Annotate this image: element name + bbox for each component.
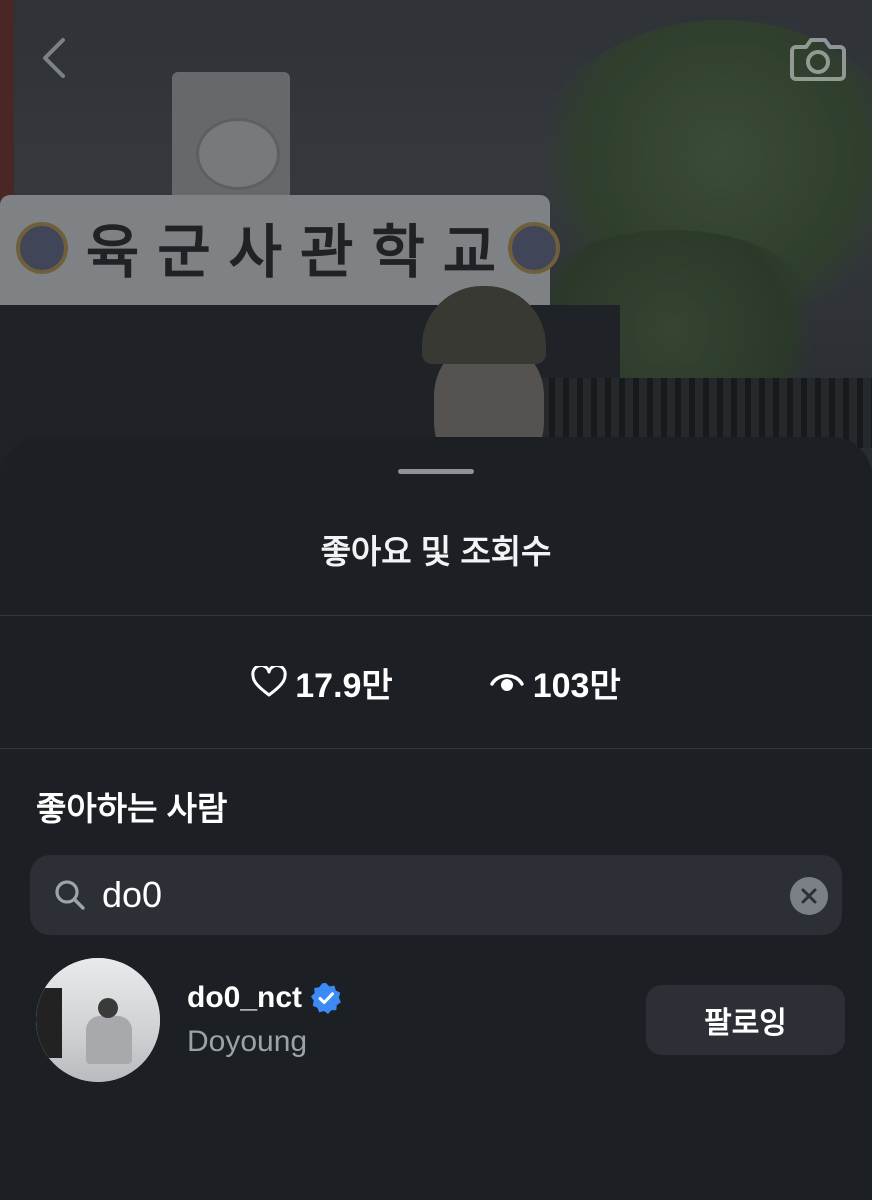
username-line: do0_nct xyxy=(187,981,342,1015)
close-icon xyxy=(801,888,817,904)
display-name: Doyoung xyxy=(187,1025,308,1058)
likes-stat: 17.9만 xyxy=(251,658,393,707)
views-stat: 103만 xyxy=(489,658,621,707)
views-count: 103만 xyxy=(532,666,621,705)
search-bar xyxy=(30,855,842,935)
photo-dim-overlay xyxy=(0,0,872,470)
eye-icon xyxy=(490,674,524,691)
camera-button[interactable] xyxy=(788,28,848,88)
search-input[interactable] xyxy=(100,855,782,935)
username[interactable]: do0_nct xyxy=(187,981,302,1015)
camera-icon xyxy=(790,38,846,81)
verified-badge-icon xyxy=(311,983,341,1014)
heart-icon xyxy=(251,666,287,697)
list-item[interactable]: do0_nct Doyoung 팔로잉 xyxy=(0,955,872,1082)
avatar[interactable] xyxy=(36,958,160,1082)
following-button[interactable]: 팔로잉 xyxy=(646,985,845,1055)
chevron-left-icon xyxy=(43,38,65,78)
sheet-drag-handle[interactable] xyxy=(398,469,474,474)
background-photo: 육군사관학교 xyxy=(0,0,872,470)
likes-count: 17.9만 xyxy=(295,666,393,705)
likers-section-title: 좋아하는 사람 xyxy=(36,790,228,827)
search-icon xyxy=(55,880,85,910)
clear-search-button[interactable] xyxy=(790,877,828,915)
sheet-title: 좋아요 및 조회수 xyxy=(320,533,552,570)
likes-views-sheet: 좋아요 및 조회수 17.9만 103만 좋아하는 사람 do0 do0_nct… xyxy=(0,437,872,1200)
stats-row: 17.9만 103만 xyxy=(0,615,872,749)
divider-bottom xyxy=(0,748,872,749)
back-button[interactable] xyxy=(24,28,84,88)
